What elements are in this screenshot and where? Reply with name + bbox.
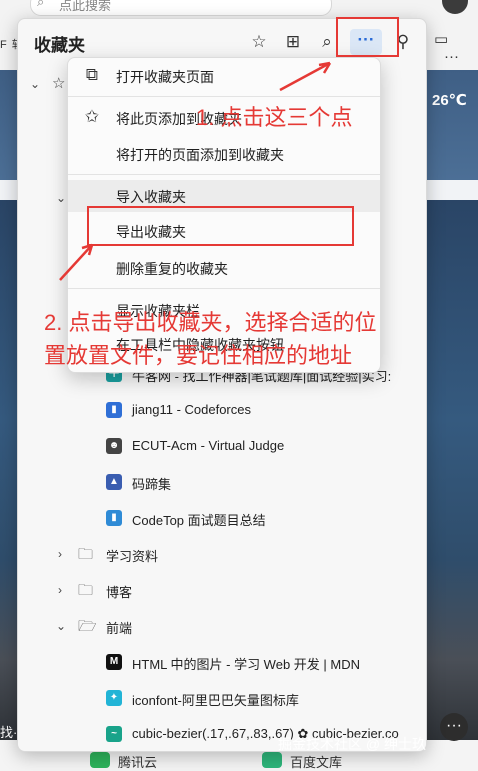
vjudge-icon: ☻	[106, 438, 122, 454]
menu-item-remove-duplicates[interactable]: 删除重复的收藏夹	[68, 252, 380, 284]
favorite-link[interactable]: ▲ 码蹄集	[18, 467, 426, 497]
menu-item-open-favorites-page[interactable]: ⧉ 打开收藏夹页面	[68, 60, 380, 92]
menu-item-label: 导入收藏夹	[116, 189, 186, 205]
folder-icon: 🗀	[78, 546, 94, 563]
folder-label: 学习资料	[106, 549, 159, 564]
menu-divider	[68, 96, 380, 97]
favorite-label: jiang11 - Codeforces	[132, 402, 251, 417]
shortcut-label[interactable]: 腾讯云	[118, 752, 157, 771]
highlight-box-export	[87, 206, 354, 246]
favorite-link[interactable]: ▮ CodeTop 面试题目总结	[18, 503, 426, 533]
right-toolbar[interactable]: ▭ ···	[434, 30, 474, 65]
favorite-link[interactable]: M HTML 中的图片 - 学习 Web 开发 | MDN	[18, 647, 426, 677]
annotation-step2: 2. 点击导出收藏夹，选择合适的位 置放置文件，要记住相应的地址	[44, 306, 376, 372]
annotation-step2-line1: 2. 点击导出收藏夹，选择合适的位	[44, 310, 377, 335]
favorite-label: CodeTop 面试题目总结	[132, 513, 266, 528]
mdn-icon: M	[106, 654, 122, 670]
add-folder-icon[interactable]: ⊞	[280, 29, 306, 55]
menu-divider	[68, 174, 380, 175]
more-tools-icon[interactable]: ···	[444, 48, 459, 65]
favorite-label: 码蹄集	[132, 477, 172, 492]
bottom-shortcut-bar: 腾讯云 百度文库	[0, 752, 478, 771]
folder-open-icon: 🗁	[78, 618, 97, 635]
menu-item-label: 删除重复的收藏夹	[116, 261, 228, 277]
folder-label: 前端	[106, 621, 133, 636]
chevron-down-icon[interactable]: ⌄	[56, 191, 66, 205]
folder-icon: 🗀	[78, 582, 94, 599]
star-icon: ☆	[52, 75, 66, 92]
annotation-step2-line2: 置放置文件，要记住相应的地址	[44, 343, 353, 368]
folder-label: 博客	[106, 585, 133, 600]
chevron-down-icon[interactable]: ⌄	[56, 619, 66, 633]
chevron-right-icon[interactable]: ›	[58, 547, 62, 561]
search-icon: ⌕	[37, 0, 45, 9]
tencent-cloud-icon	[90, 752, 110, 768]
star-plus-icon: ✩	[84, 107, 100, 126]
favorite-link[interactable]: ✦ iconfont-阿里巴巴矢量图标库	[18, 683, 426, 713]
favorite-link[interactable]: ☻ ECUT-Acm - Virtual Judge	[18, 431, 426, 461]
folder-row-open[interactable]: ⌄ 🗁 前端	[18, 611, 426, 641]
weather-widget: 26℃	[432, 92, 467, 109]
favorite-label: iconfont-阿里巴巴矢量图标库	[132, 693, 299, 708]
bottom-left-text-fragment: 找·	[0, 725, 18, 740]
panel-title: 收藏夹	[34, 36, 85, 55]
shortcut-label[interactable]: 百度文库	[290, 752, 342, 771]
search-placeholder: 点此搜索	[59, 0, 112, 13]
sidebar-toggle-icon[interactable]: ▭	[434, 31, 448, 48]
baidu-wenku-icon	[262, 752, 282, 768]
menu-item-add-open-pages[interactable]: 将打开的页面添加到收藏夹	[68, 138, 380, 170]
folder-row[interactable]: › 🗀 博客	[18, 575, 426, 605]
annotation-step1: 1. 点击这三个点	[196, 105, 353, 130]
folder-row[interactable]: › 🗀 学习资料	[18, 539, 426, 569]
watermark: 掘金技术社区 @ 绅士玖	[278, 736, 426, 752]
menu-item-label: 打开收藏夹页面	[116, 69, 214, 85]
favorite-label: HTML 中的图片 - 学习 Web 开发 | MDN	[132, 657, 360, 672]
favorite-label: ECUT-Acm - Virtual Judge	[132, 438, 285, 453]
menu-divider	[68, 288, 380, 289]
chevron-down-icon[interactable]: ⌄	[30, 77, 40, 91]
open-external-icon: ⧉	[85, 65, 99, 84]
search-box[interactable]: ⌕ 点此搜索	[30, 0, 332, 16]
favorite-link[interactable]: ▮ jiang11 - Codeforces	[18, 395, 426, 425]
codetop-icon: ▮	[106, 510, 122, 526]
chevron-right-icon[interactable]: ›	[58, 583, 62, 597]
cubic-bezier-icon: ~	[106, 726, 122, 742]
settings-floating-button[interactable]: ···	[440, 713, 468, 741]
add-favorite-icon[interactable]: ☆	[246, 29, 272, 55]
codeforces-icon: ▮	[106, 402, 122, 418]
matiji-icon: ▲	[106, 474, 122, 490]
highlight-box-more-button	[336, 17, 399, 57]
menu-item-label: 将打开的页面添加到收藏夹	[116, 147, 284, 163]
iconfont-icon: ✦	[106, 690, 122, 706]
